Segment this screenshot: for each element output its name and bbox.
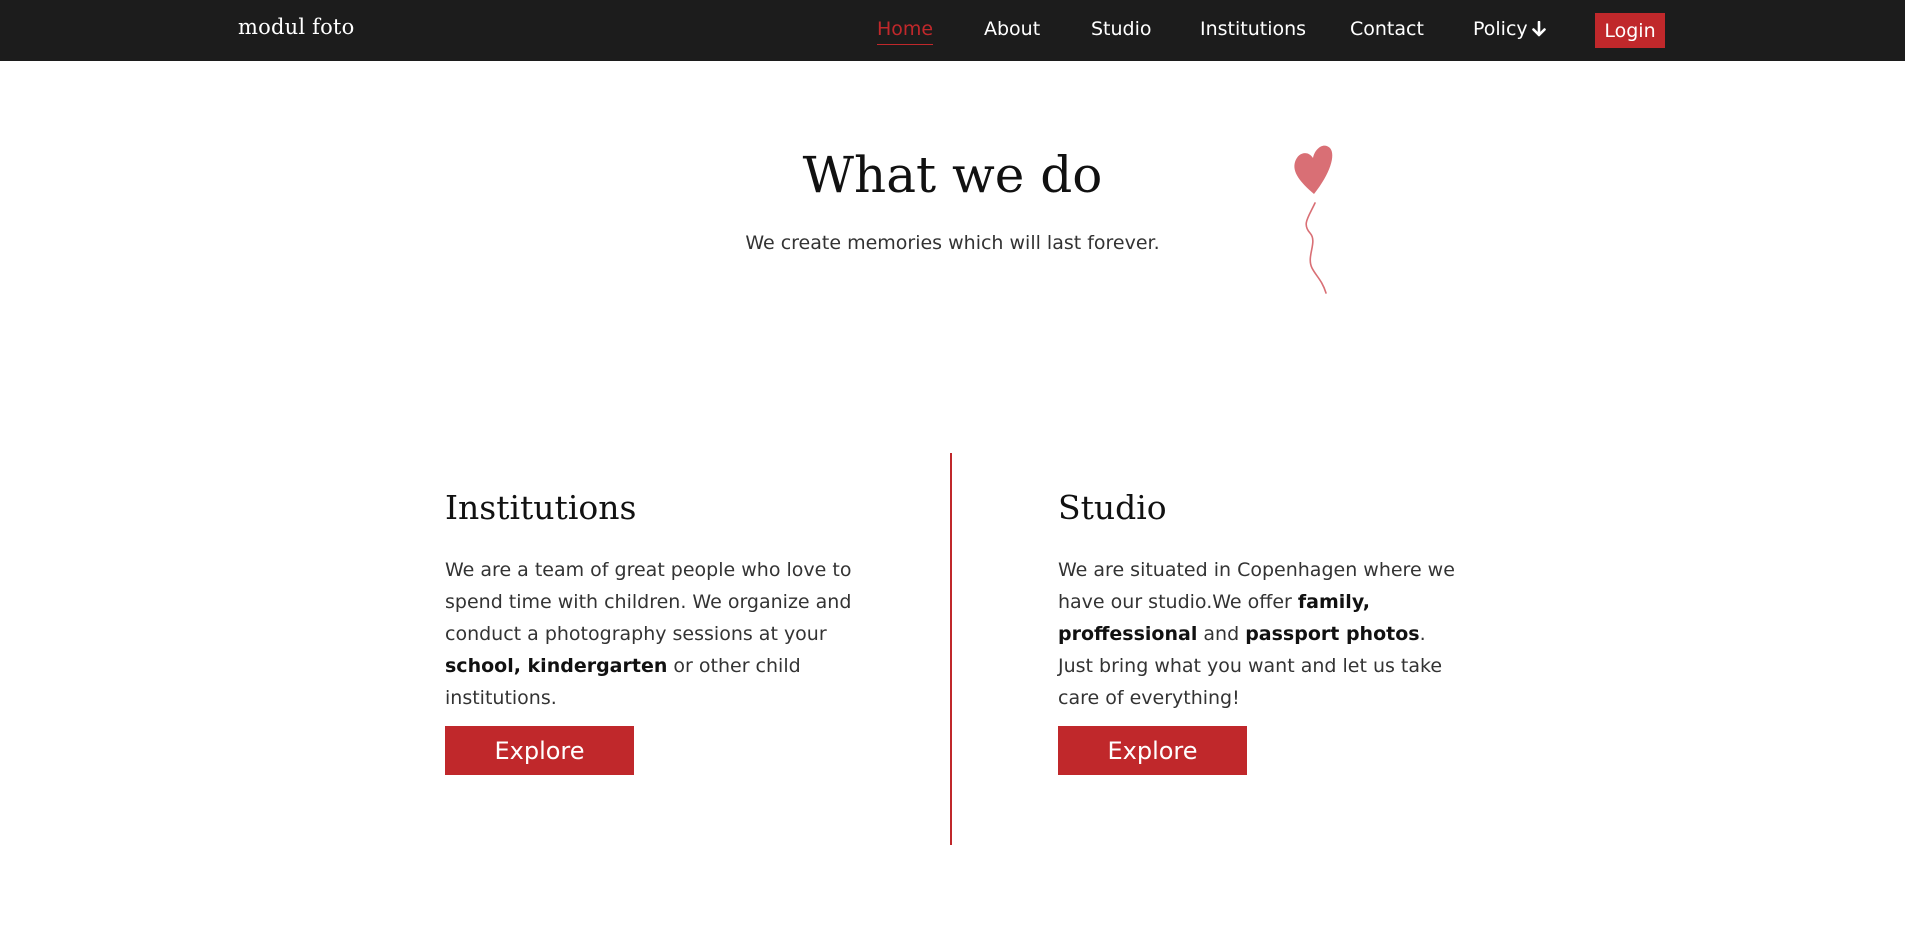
institutions-description: We are a team of great people who love t… [445, 554, 865, 714]
studio-title: Studio [1058, 488, 1167, 527]
page-title: What we do [802, 146, 1103, 204]
nav-home[interactable]: Home [877, 18, 934, 45]
nav-studio[interactable]: Studio [1091, 18, 1152, 44]
studio-section: Studio We are situated in Copenhagen whe… [1058, 488, 1458, 775]
studio-description: We are situated in Copenhagen where we h… [1058, 554, 1458, 714]
institutions-title: Institutions [445, 488, 637, 527]
studio-bold-2: passport photos [1245, 623, 1420, 645]
login-button[interactable]: Login [1595, 13, 1665, 48]
nav-policy-dropdown[interactable]: Policy [1473, 18, 1546, 46]
navbar: modul foto Home About Studio Institution… [0, 0, 1905, 61]
brand-logo[interactable]: modul foto [238, 15, 354, 39]
nav-institutions[interactable]: Institutions [1200, 18, 1306, 44]
studio-explore-button[interactable]: Explore [1058, 726, 1247, 775]
nav-about[interactable]: About [984, 18, 1040, 44]
institutions-text-1: We are a team of great people who love t… [445, 559, 852, 645]
arrow-down-icon [1531, 20, 1546, 42]
institutions-section: Institutions We are a team of great peop… [445, 488, 865, 775]
page-subtitle: We create memories which will last forev… [745, 232, 1160, 254]
section-divider [950, 453, 952, 845]
heart-balloon-icon [1290, 138, 1350, 298]
institutions-bold-1: school, kindergarten [445, 655, 668, 677]
studio-text-1: We are situated in Copenhagen where we h… [1058, 559, 1455, 613]
nav-contact[interactable]: Contact [1350, 18, 1424, 44]
studio-text-2: and [1197, 623, 1246, 645]
nav-policy-label: Policy [1473, 18, 1528, 40]
institutions-explore-button[interactable]: Explore [445, 726, 634, 775]
